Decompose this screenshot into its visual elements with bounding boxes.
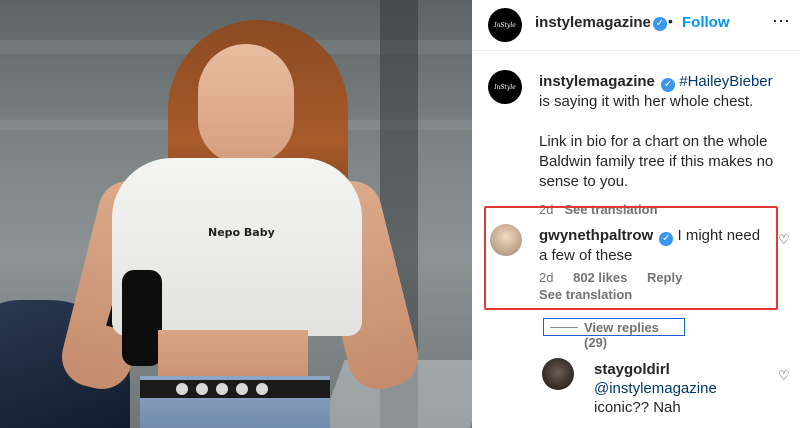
shirt-print: Nepo Baby xyxy=(208,226,275,239)
caption-paragraph: Link in bio for a chart on the whole Bal… xyxy=(539,133,774,190)
comment-see-translation[interactable]: See translation xyxy=(539,287,632,302)
header-divider xyxy=(472,50,800,51)
reply-mention[interactable]: @instylemagazine xyxy=(594,379,774,398)
belt-stud xyxy=(216,383,228,395)
comment-meta: 2d 802 likes Reply xyxy=(539,270,698,285)
like-comment-heart-icon[interactable]: ♡ xyxy=(778,232,790,248)
person-belt xyxy=(140,380,330,398)
post-header: InStyle instylemagazine ✓ • Follow ⋯ xyxy=(472,0,800,48)
caption-avatar[interactable]: InStyle xyxy=(488,70,522,104)
view-replies-button[interactable]: View replies (29) xyxy=(543,318,685,350)
more-options-icon[interactable]: ⋯ xyxy=(772,10,790,32)
post-photo[interactable]: Nepo Baby xyxy=(0,0,472,428)
separator-dot: • xyxy=(668,13,673,29)
comment-body: gwynethpaltrow ✓ I might need a few of t… xyxy=(539,226,769,265)
author-username[interactable]: instylemagazine xyxy=(535,14,651,31)
caption-text: is saying it with her whole chest. xyxy=(539,93,754,110)
belt-stud xyxy=(256,383,268,395)
handbag xyxy=(122,270,162,366)
like-reply-heart-icon[interactable]: ♡ xyxy=(778,368,790,384)
belt-stud xyxy=(176,383,188,395)
reply-button[interactable]: Reply xyxy=(647,270,682,285)
comment-likes[interactable]: 802 likes xyxy=(573,270,627,285)
comment-time: 2d xyxy=(539,270,554,285)
reply-body: staygoldirl @instylemagazine iconic?? Na… xyxy=(594,360,774,417)
hashtag-link[interactable]: #HaileyBieber xyxy=(679,73,772,90)
commenter-avatar[interactable] xyxy=(490,224,522,256)
reply-text: iconic?? Nah xyxy=(594,399,681,416)
belt-stud xyxy=(236,383,248,395)
caption-username[interactable]: instylemagazine xyxy=(539,73,655,90)
belt-stud xyxy=(196,383,208,395)
reply-avatar[interactable] xyxy=(542,358,574,390)
author-avatar[interactable]: InStyle xyxy=(488,8,522,42)
reply-username[interactable]: staygoldirl xyxy=(594,360,774,379)
post-details-pane: InStyle instylemagazine ✓ • Follow ⋯ InS… xyxy=(472,0,800,428)
commenter-username[interactable]: gwynethpaltrow xyxy=(539,227,653,244)
post-caption: instylemagazine ✓ #HaileyBieber is sayin… xyxy=(539,72,784,220)
verified-badge-icon: ✓ xyxy=(661,78,676,92)
view-replies-label: View replies (29) xyxy=(584,320,659,350)
verified-badge-icon: ✓ xyxy=(653,17,667,31)
replies-line xyxy=(550,327,578,328)
verified-badge-icon: ✓ xyxy=(659,232,674,246)
person-face xyxy=(198,44,294,164)
follow-button[interactable]: Follow xyxy=(682,14,730,31)
